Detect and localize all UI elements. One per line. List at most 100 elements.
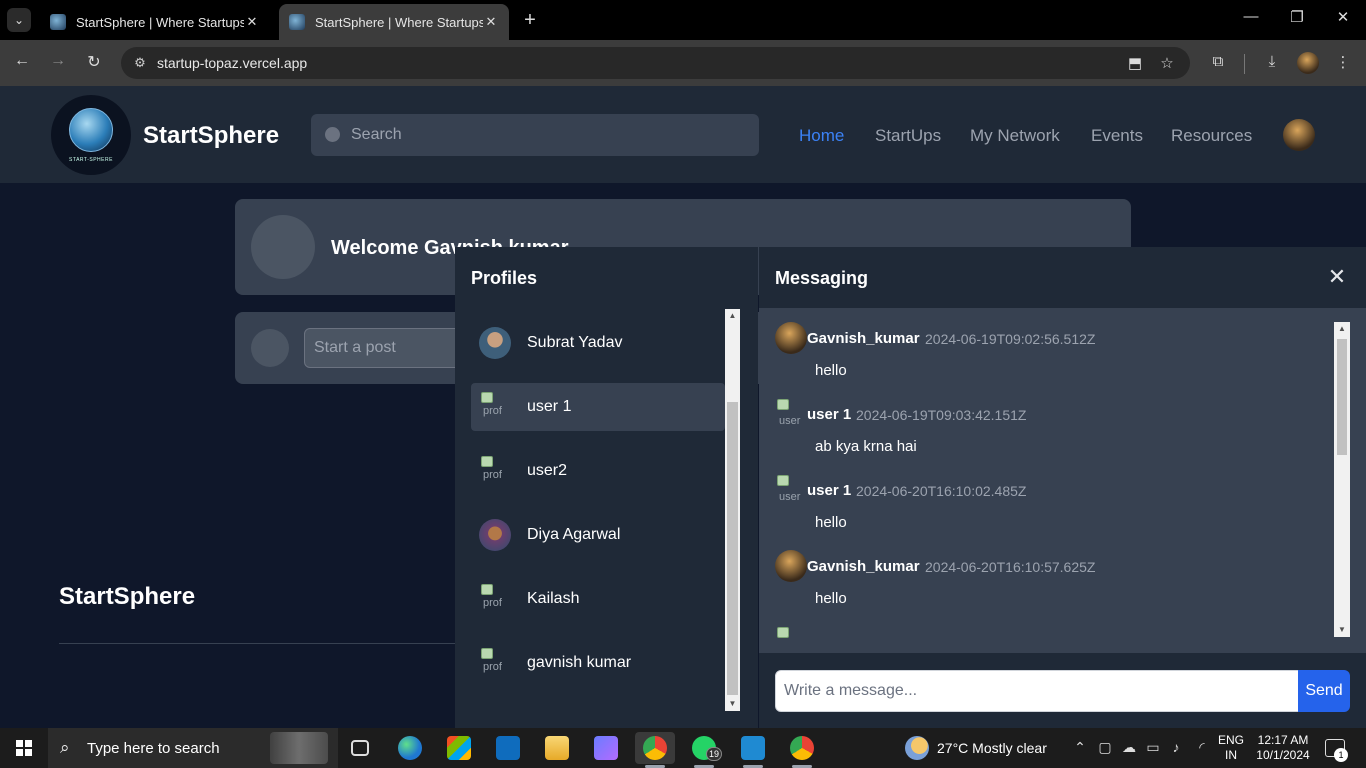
windows-taskbar: ⌕ Type here to search 19 27°C Mostly cle…: [0, 728, 1366, 768]
profile-name: Kailash: [527, 590, 580, 607]
address-bar[interactable]: ⚙ startup-topaz.vercel.app ⬒ ☆: [121, 47, 1190, 79]
scroll-down-arrow-icon[interactable]: ▼: [1334, 623, 1350, 637]
scroll-down-arrow-icon[interactable]: ▼: [725, 697, 740, 711]
avatar: [775, 322, 807, 354]
extensions-puzzle-icon[interactable]: ⧉: [1207, 53, 1229, 70]
message-timestamp: 2024-06-20T16:10:57.625Z: [925, 559, 1096, 575]
avatar: [251, 215, 315, 279]
weather-text[interactable]: 27°C Mostly clear: [937, 740, 1047, 756]
message-input[interactable]: [776, 671, 1298, 711]
reload-icon[interactable]: ↻: [82, 52, 106, 72]
weather-moon-icon[interactable]: [905, 736, 929, 760]
nav-startups[interactable]: StartUps: [875, 126, 941, 146]
site-info-icon[interactable]: ⚙: [131, 54, 149, 72]
battery-icon[interactable]: ▭: [1144, 739, 1162, 756]
edge-icon[interactable]: [390, 732, 430, 764]
outlook-icon[interactable]: [488, 732, 528, 764]
copilot-icon[interactable]: [586, 732, 626, 764]
profile-item[interactable]: Diya Agarwal: [471, 511, 725, 559]
language-indicator[interactable]: ENG IN: [1218, 733, 1244, 763]
tab-title: StartSphere | Where Startups Ta: [315, 14, 483, 30]
search-input[interactable]: [351, 114, 751, 156]
browser-menu-kebab-icon[interactable]: ⋮: [1332, 53, 1354, 71]
broken-image-icon: [479, 647, 511, 679]
profile-item[interactable]: gavnish kumar: [471, 639, 725, 687]
tab-search-chevron-icon[interactable]: ⌄: [7, 8, 31, 32]
brand-name[interactable]: StartSphere: [143, 122, 279, 150]
restore-icon[interactable]: ❐: [1274, 8, 1320, 26]
volume-icon[interactable]: ♪: [1167, 739, 1185, 755]
system-clock[interactable]: 12:17 AM 10/1/2024: [1252, 733, 1314, 763]
message-text: hello: [815, 362, 847, 379]
message-list: Gavnish_kumar 2024-06-19T09:02:56.512Z h…: [775, 322, 1330, 642]
back-arrow-icon[interactable]: ←: [10, 52, 34, 70]
messaging-panel: Messaging ✕ Gavnish_kumar 2024-06-19T09:…: [759, 247, 1366, 728]
downloads-icon[interactable]: ⤓: [1261, 53, 1283, 70]
whatsapp-badge: 19: [706, 747, 722, 761]
profile-item[interactable]: Subrat Yadav: [471, 319, 725, 367]
profiles-scrollbar[interactable]: ▲ ▼: [725, 309, 740, 711]
search-icon: [325, 127, 340, 142]
send-button[interactable]: Send: [1298, 670, 1350, 712]
profile-avatar: [479, 519, 511, 551]
toolbar-divider: [1244, 54, 1245, 74]
minimize-icon[interactable]: —: [1228, 8, 1274, 25]
scrollbar-thumb[interactable]: [1337, 339, 1347, 455]
new-tab-plus-icon[interactable]: +: [519, 9, 541, 31]
bookmark-star-icon[interactable]: ☆: [1157, 54, 1177, 72]
tab-close-icon[interactable]: ✕: [483, 14, 499, 30]
scrollbar-thumb[interactable]: [727, 402, 738, 695]
whatsapp-icon[interactable]: 19: [684, 732, 724, 768]
message-text: ab kya krna hai: [815, 438, 917, 455]
window-close-icon[interactable]: ✕: [1320, 8, 1366, 26]
browser-tab-2[interactable]: StartSphere | Where Startups Ta ✕: [279, 4, 509, 40]
nav-resources[interactable]: Resources: [1171, 126, 1252, 146]
wifi-icon[interactable]: ◜: [1193, 739, 1211, 756]
meet-now-icon[interactable]: ▢: [1096, 739, 1114, 756]
scroll-up-arrow-icon[interactable]: ▲: [1334, 322, 1350, 336]
message-item: user 1 2024-06-19T09:03:42.151Z ab kya k…: [775, 398, 1330, 474]
message-item: Gavnish_kumar 2024-06-19T09:02:56.512Z h…: [775, 322, 1330, 398]
scroll-up-arrow-icon[interactable]: ▲: [725, 309, 740, 323]
nav-events[interactable]: Events: [1091, 126, 1143, 146]
show-hidden-icons-chevron-icon[interactable]: ⌃: [1071, 739, 1089, 756]
profile-name: Subrat Yadav: [527, 334, 623, 351]
onedrive-icon[interactable]: ☁: [1120, 739, 1138, 756]
forward-arrow-icon[interactable]: →: [46, 52, 70, 70]
profiles-title: Profiles: [471, 268, 538, 288]
nav-my-network[interactable]: My Network: [970, 126, 1060, 146]
profiles-list: Subrat Yadav user 1 user2 Diya Agarwal K…: [471, 309, 725, 709]
startsphere-logo[interactable]: START-SPHERE: [51, 95, 131, 175]
taskbar-search[interactable]: ⌕ Type here to search: [48, 728, 338, 768]
profiles-panel: Profiles Subrat Yadav user 1 user2 Diya …: [455, 247, 758, 728]
browser-profile-avatar[interactable]: [1297, 52, 1319, 74]
file-explorer-icon[interactable]: [537, 732, 577, 764]
start-button[interactable]: [0, 728, 48, 768]
message-timestamp: 2024-06-20T16:10:02.485Z: [856, 483, 1027, 499]
site-favicon-icon: [50, 14, 66, 30]
microsoft-store-icon[interactable]: [439, 732, 479, 764]
messaging-title: Messaging: [775, 268, 869, 288]
chrome-icon[interactable]: [635, 732, 675, 768]
vscode-icon[interactable]: [733, 732, 773, 768]
message-timestamp: 2024-06-19T09:02:56.512Z: [925, 331, 1096, 347]
profile-item[interactable]: user 1: [471, 383, 725, 431]
install-app-icon[interactable]: ⬒: [1125, 54, 1145, 72]
tab-close-icon[interactable]: ✕: [244, 14, 260, 30]
tab-title: StartSphere | Where Startups Ta: [76, 14, 244, 30]
notification-badge: 1: [1334, 748, 1348, 762]
search-box[interactable]: [311, 114, 759, 156]
chrome-profile-icon[interactable]: [782, 732, 822, 768]
broken-image-icon: [479, 391, 511, 423]
profile-item[interactable]: Kailash: [471, 575, 725, 623]
nav-home[interactable]: Home: [799, 126, 844, 146]
profile-item[interactable]: user2: [471, 447, 725, 495]
messages-scrollbar[interactable]: ▲ ▼: [1334, 322, 1350, 637]
task-view-icon[interactable]: [340, 732, 380, 764]
close-icon[interactable]: ✕: [1325, 265, 1349, 289]
user-avatar[interactable]: [1283, 119, 1315, 151]
footer-divider: [59, 643, 459, 644]
language-code: ENG: [1218, 733, 1245, 747]
browser-tab-1[interactable]: StartSphere | Where Startups Ta ✕: [40, 4, 270, 40]
message-input-wrapper: [775, 670, 1299, 712]
